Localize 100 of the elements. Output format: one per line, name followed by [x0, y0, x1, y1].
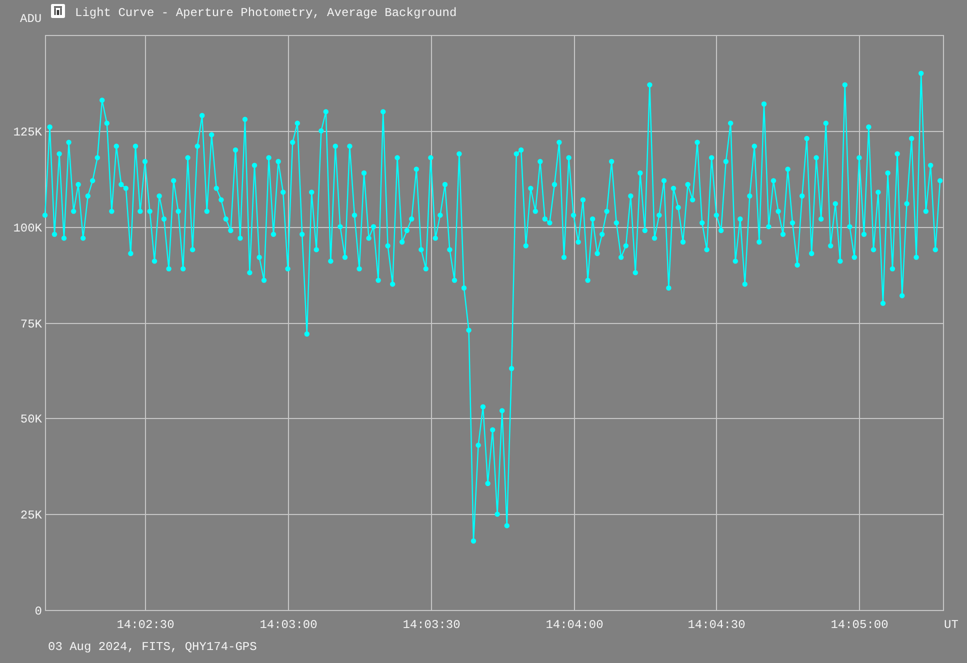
data-point	[342, 254, 348, 260]
data-point	[142, 158, 148, 164]
data-point	[418, 247, 424, 252]
data-point	[290, 140, 296, 145]
data-point	[747, 193, 752, 199]
data-point	[623, 243, 628, 248]
data-point	[842, 82, 848, 88]
data-point	[228, 228, 234, 234]
data-point	[356, 266, 362, 272]
data-point	[366, 236, 372, 241]
data-point	[309, 190, 314, 195]
data-point	[890, 266, 896, 272]
data-point	[190, 247, 196, 252]
data-point	[528, 186, 534, 191]
data-point	[594, 250, 600, 256]
data-point	[128, 250, 134, 256]
data-point	[585, 278, 590, 283]
data-point	[504, 523, 510, 528]
data-point	[138, 208, 143, 214]
data-point	[232, 147, 238, 153]
data-point	[628, 193, 634, 199]
data-point	[704, 247, 710, 252]
data-point	[256, 254, 262, 260]
tick-label: 100K	[13, 222, 42, 236]
data-point	[42, 212, 48, 218]
data-point	[152, 258, 158, 264]
data-point	[47, 124, 52, 130]
data-point	[714, 212, 719, 218]
data-point	[885, 170, 890, 176]
data-point	[94, 155, 100, 160]
data-point	[647, 82, 652, 88]
data-point	[570, 212, 576, 218]
data-point	[380, 109, 386, 114]
data-point	[252, 162, 258, 168]
data-point	[385, 243, 390, 248]
data-point	[132, 144, 138, 149]
data-point	[300, 232, 305, 237]
data-point	[666, 285, 672, 291]
data-point	[270, 232, 276, 237]
data-point	[218, 197, 224, 202]
data-point	[328, 258, 334, 264]
data-point	[652, 236, 658, 241]
data-point	[656, 212, 662, 218]
data-point	[314, 247, 319, 252]
data-point	[461, 285, 467, 291]
data-point	[223, 216, 228, 222]
data-point	[700, 220, 705, 226]
data-point	[52, 232, 58, 237]
tick-label: 0	[34, 604, 42, 618]
data-point	[494, 512, 500, 517]
data-point	[423, 266, 428, 272]
data-point	[480, 404, 486, 410]
tick-label: 14:03:00	[260, 618, 318, 632]
data-point	[56, 151, 62, 156]
data-point	[332, 144, 338, 149]
data-point	[838, 258, 843, 264]
tick-label: 50K	[20, 412, 42, 426]
data-point	[261, 278, 267, 283]
data-point	[323, 109, 328, 114]
data-point	[294, 120, 300, 126]
data-point	[928, 162, 934, 168]
data-point	[171, 178, 176, 184]
data-point	[852, 254, 857, 260]
data-point	[456, 151, 462, 156]
data-point	[247, 270, 252, 276]
data-point	[661, 178, 667, 184]
data-point	[447, 247, 452, 252]
data-point	[694, 140, 700, 145]
data-point	[428, 155, 434, 160]
data-point	[809, 250, 814, 256]
data-point	[614, 220, 619, 226]
data-point	[914, 254, 919, 260]
data-point	[71, 208, 76, 214]
data-point	[476, 442, 481, 448]
data-point	[866, 124, 872, 130]
tick-label: 14:04:00	[546, 618, 604, 632]
data-point	[847, 224, 852, 230]
data-point	[66, 140, 72, 145]
data-point	[400, 239, 405, 245]
data-point	[361, 170, 367, 176]
data-point	[390, 282, 396, 287]
data-point	[470, 538, 476, 544]
data-point	[176, 208, 181, 214]
data-point	[776, 208, 781, 214]
data-point	[552, 182, 558, 188]
data-point	[894, 151, 900, 156]
data-point	[932, 247, 938, 252]
data-point	[200, 112, 205, 118]
data-point	[576, 239, 581, 245]
data-point	[90, 178, 96, 184]
data-point	[804, 136, 810, 142]
data-point	[104, 120, 110, 126]
data-point	[590, 216, 596, 222]
data-point	[880, 300, 886, 306]
tick-label: 14:03:30	[402, 618, 460, 632]
data-point	[904, 201, 910, 206]
data-point	[876, 190, 881, 195]
window-title: Light Curve - Aperture Photometry, Average Background	[75, 6, 457, 20]
data-point	[870, 247, 876, 252]
data-point	[770, 178, 776, 184]
